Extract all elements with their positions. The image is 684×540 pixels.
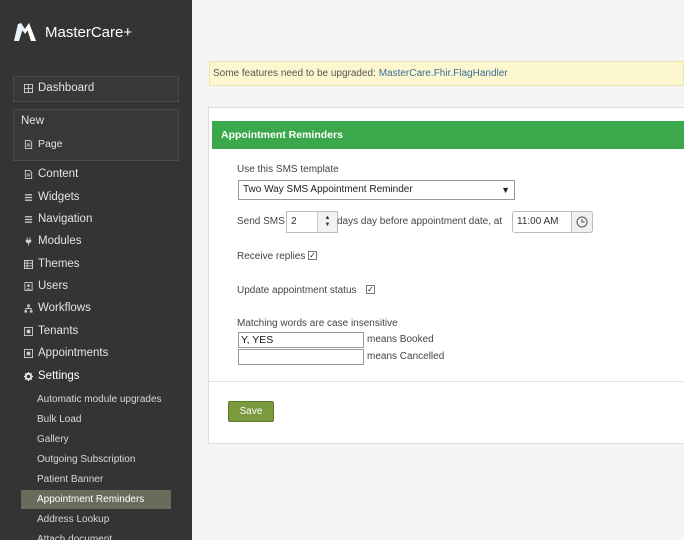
settings-sub-address-lookup[interactable]: Address Lookup <box>21 510 171 529</box>
brand[interactable]: MasterCare+ <box>12 16 132 48</box>
sidebar-item-label: Content <box>38 168 79 180</box>
grid-icon <box>22 258 34 270</box>
list-icon <box>22 213 34 225</box>
brand-name: MasterCare+ <box>45 23 133 41</box>
square-icon <box>22 325 34 337</box>
sidebar-item-themes[interactable]: Themes <box>22 258 80 270</box>
sidebar-item-label: Themes <box>38 258 80 270</box>
sitemap-icon <box>22 302 34 314</box>
receive-replies-label: Receive replies <box>237 251 306 262</box>
template-label: Use this SMS template <box>237 164 339 175</box>
sidebar-item-label: Workflows <box>38 302 91 314</box>
settings-sub-bulk-load[interactable]: Bulk Load <box>21 410 171 429</box>
sidebar-item-label: Users <box>38 280 69 292</box>
sidebar-item-navigation[interactable]: Navigation <box>22 213 92 225</box>
list-icon <box>22 191 34 203</box>
sidebar-item-label: Settings <box>38 370 80 382</box>
upgrade-warning: Some features need to be upgraded: Maste… <box>209 61 684 86</box>
dropdown-arrow-icon: ▼ <box>501 185 510 195</box>
upgrade-link[interactable]: MasterCare.Fhir.FlagHandler <box>379 68 508 79</box>
sidebar-item-new-page[interactable]: Page <box>22 138 63 150</box>
sidebar-item-settings[interactable]: Settings <box>22 370 80 382</box>
days-value: 2 <box>291 216 297 227</box>
save-button[interactable]: Save <box>228 401 274 422</box>
settings-sub-attach-document[interactable]: Attach document <box>21 530 171 540</box>
cancelled-words-input[interactable] <box>238 349 364 365</box>
sidebar-item-widgets[interactable]: Widgets <box>22 191 80 203</box>
file-icon <box>22 138 34 150</box>
sidebar-item-label: Navigation <box>38 213 93 225</box>
receive-replies-checkbox[interactable]: ✓ <box>308 251 317 260</box>
matching-words-label: Matching words are case insensitive <box>237 318 398 329</box>
square-icon <box>22 347 34 359</box>
sidebar: MasterCare+ Dashboard New Page Content W… <box>0 0 192 540</box>
stepper-arrows-icon[interactable]: ▲ ▼ <box>317 212 337 232</box>
form-divider <box>209 381 684 382</box>
user-icon <box>22 280 34 292</box>
sidebar-item-label: Appointments <box>38 347 109 359</box>
gear-icon <box>22 370 34 382</box>
sidebar-item-label: Tenants <box>38 325 79 337</box>
send-sms-label: Send SMS <box>237 216 285 227</box>
settings-sub-automatic-module-upgrades[interactable]: Automatic module upgrades <box>21 390 171 409</box>
sidebar-item-dashboard[interactable]: Dashboard <box>22 82 94 94</box>
sidebar-item-label: Widgets <box>38 191 80 203</box>
sidebar-item-appointments[interactable]: Appointments <box>22 347 108 359</box>
plug-icon <box>22 235 34 247</box>
sidebar-item-label: Page <box>38 138 63 150</box>
settings-sub-gallery[interactable]: Gallery <box>21 430 171 449</box>
sidebar-item-workflows[interactable]: Workflows <box>22 302 91 314</box>
booked-suffix-label: means Booked <box>367 334 434 345</box>
update-status-checkbox[interactable]: ✓ <box>366 285 375 294</box>
file-icon <box>22 168 34 180</box>
time-input[interactable]: 11:00 AM <box>512 211 572 233</box>
days-suffix-label: days day before appointment date, at <box>337 216 503 227</box>
main-content: Some features need to be upgraded: Maste… <box>192 0 684 540</box>
sms-template-value: Two Way SMS Appointment Reminder <box>243 184 413 195</box>
settings-sub-patient-banner[interactable]: Patient Banner <box>21 470 171 489</box>
settings-sub-outgoing-subscription[interactable]: Outgoing Subscription <box>21 450 171 469</box>
sms-template-select[interactable]: Two Way SMS Appointment Reminder ▼ <box>238 180 515 200</box>
new-heading: New <box>21 115 45 127</box>
booked-words-input[interactable]: Y, YES <box>238 332 364 348</box>
reminder-panel <box>208 107 684 444</box>
sidebar-item-modules[interactable]: Modules <box>22 235 81 247</box>
settings-sub-appointment-reminders[interactable]: Appointment Reminders <box>21 490 171 509</box>
cancelled-suffix-label: means Cancelled <box>367 351 445 362</box>
time-picker-button[interactable] <box>571 211 593 233</box>
sidebar-item-label: Modules <box>38 235 82 247</box>
mastercare-logo-icon <box>14 23 36 41</box>
sidebar-item-tenants[interactable]: Tenants <box>22 325 78 337</box>
sidebar-item-content[interactable]: Content <box>22 168 78 180</box>
panel-title: Appointment Reminders <box>212 121 684 149</box>
clock-icon <box>576 216 588 228</box>
sidebar-item-label: Dashboard <box>38 82 95 94</box>
days-stepper[interactable]: 2 ▲ ▼ <box>286 211 338 233</box>
sidebar-item-users[interactable]: Users <box>22 280 68 292</box>
grid-icon <box>22 82 34 94</box>
update-status-label: Update appointment status <box>237 285 357 296</box>
